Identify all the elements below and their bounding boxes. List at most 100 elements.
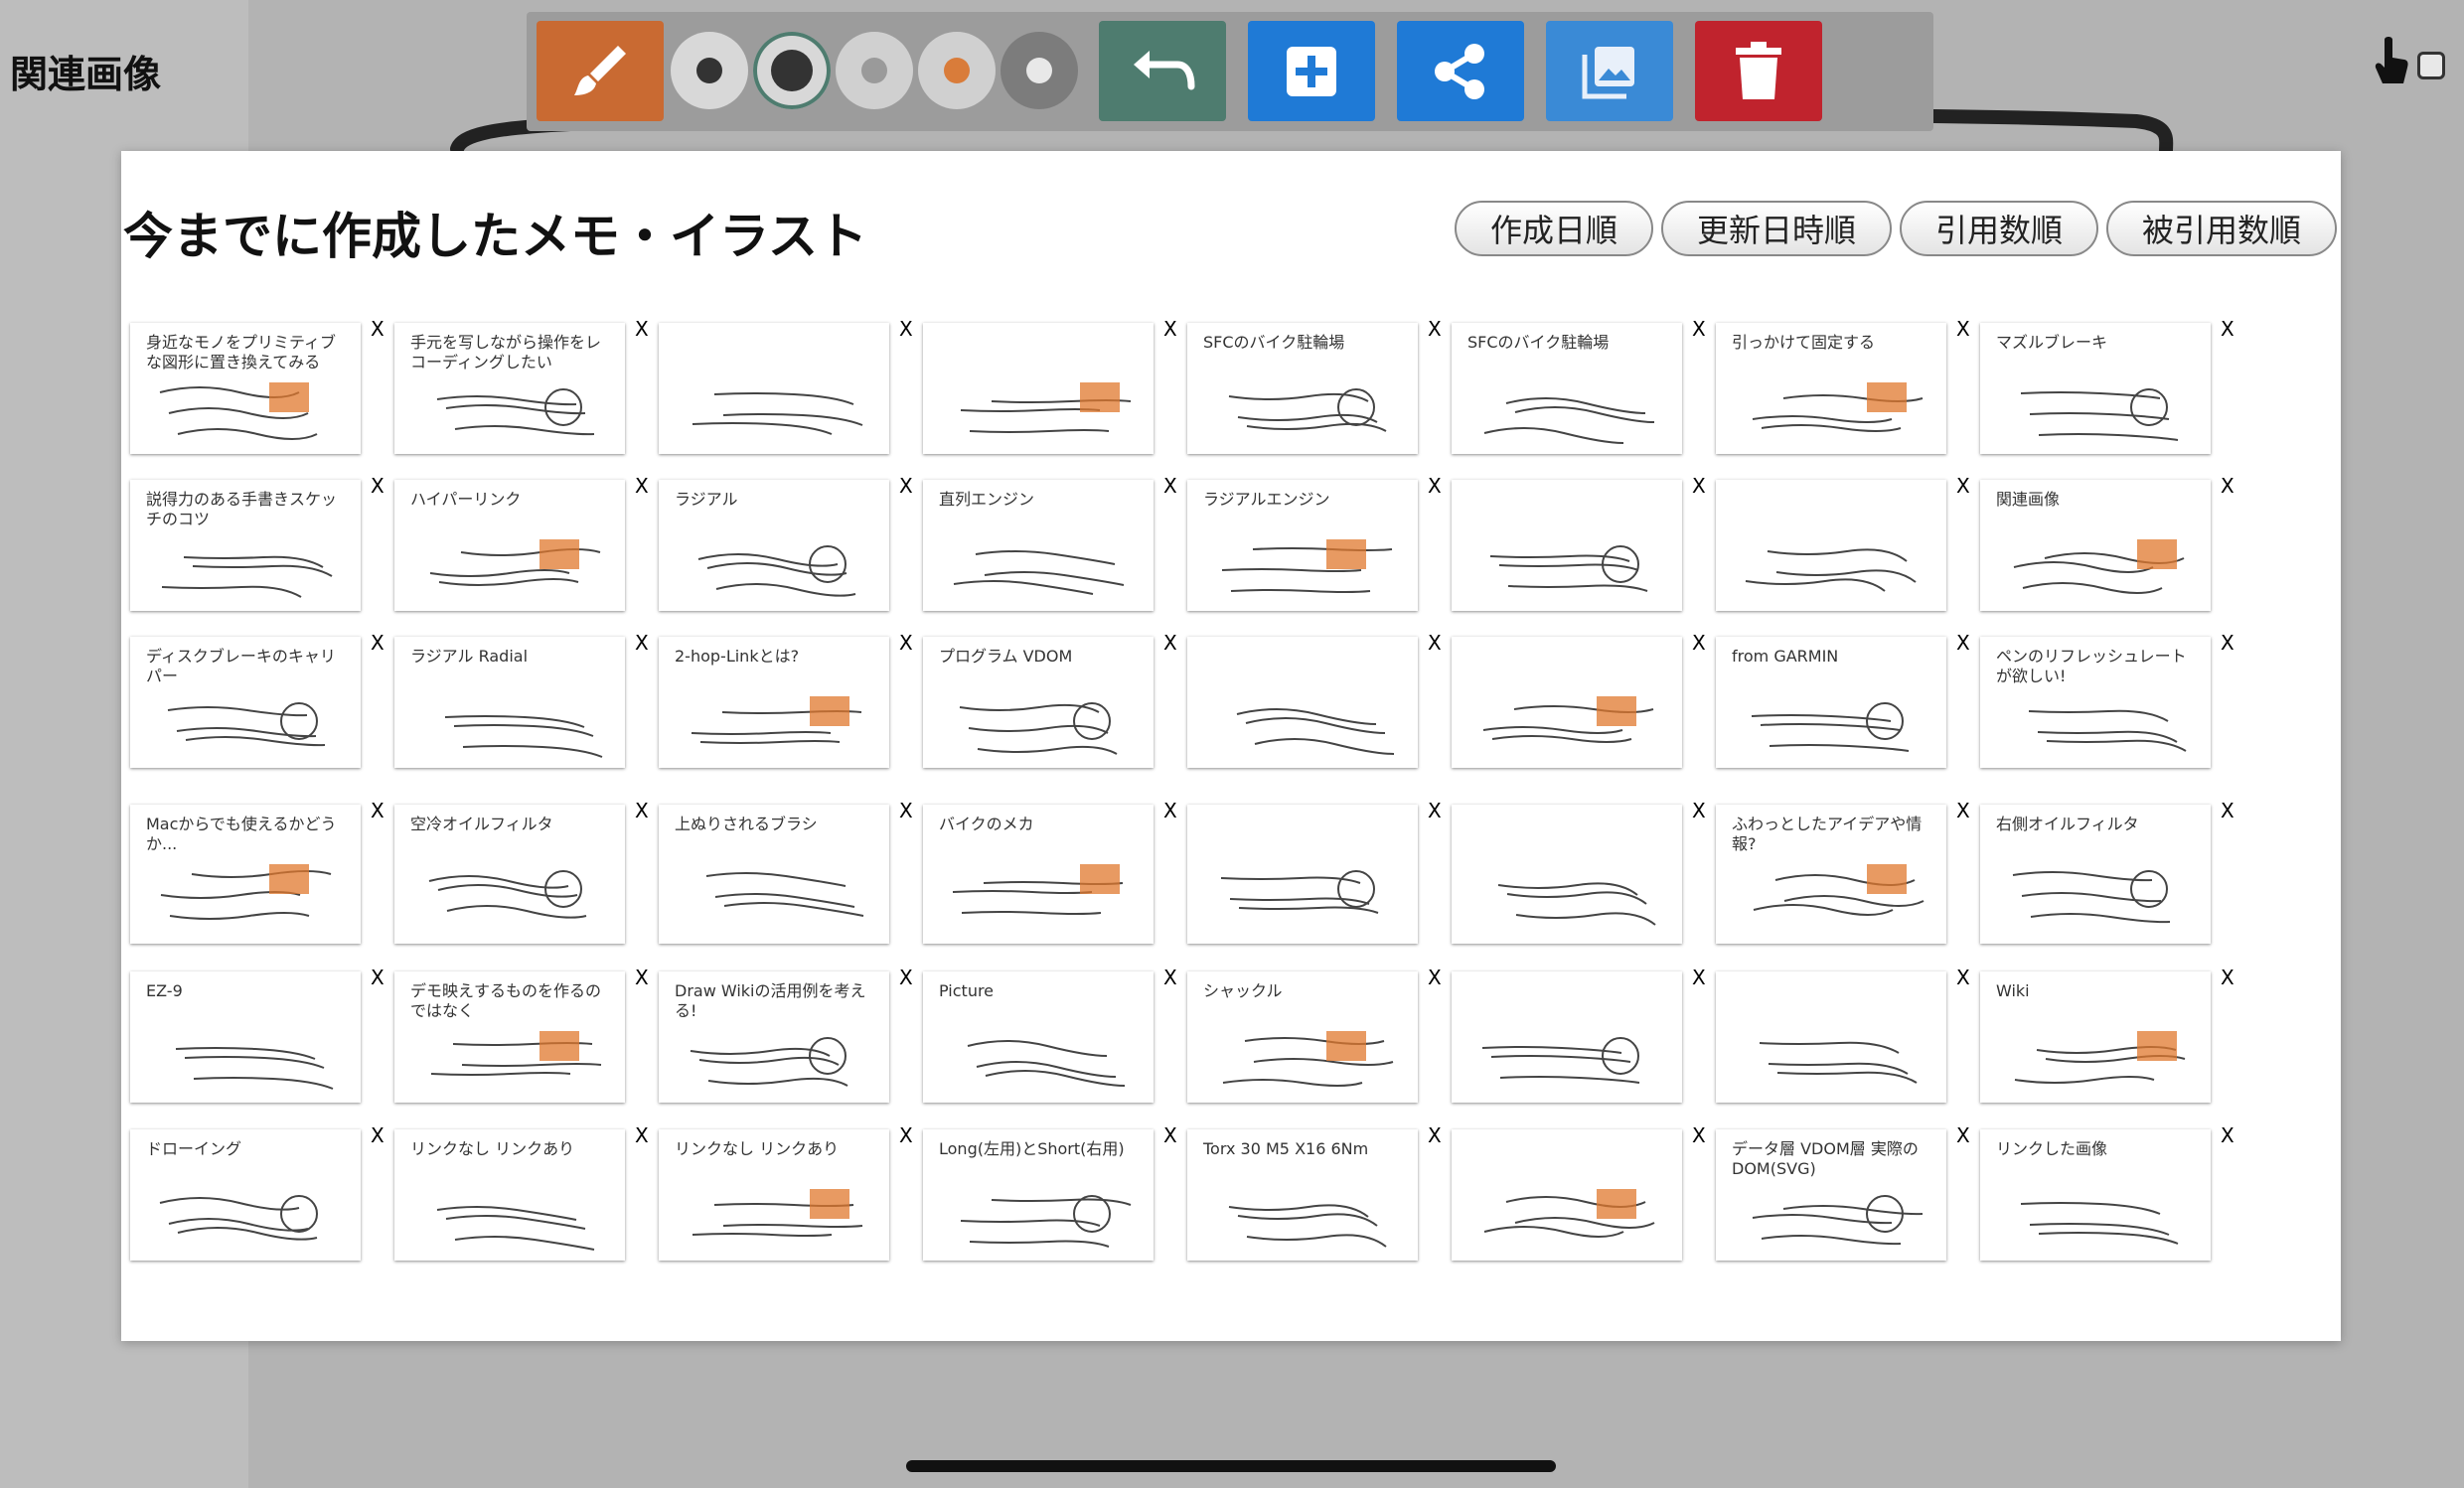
memo-thumbnail[interactable]: リンクなし リンクあり <box>394 1129 625 1261</box>
memo-thumbnail[interactable]: Picture <box>923 971 1154 1103</box>
memo-thumbnail[interactable]: 空冷オイルフィルタ <box>394 805 625 944</box>
delete-memo-button[interactable]: X <box>1692 319 1706 339</box>
delete-memo-button[interactable]: X <box>2221 1125 2234 1145</box>
memo-thumbnail[interactable]: 身近なモノをプリミティブな図形に置き換えてみる <box>130 323 361 454</box>
gallery-button[interactable] <box>1546 21 1673 121</box>
delete-memo-button[interactable]: X <box>635 319 649 339</box>
memo-thumbnail[interactable]: from GARMIN <box>1716 637 1946 768</box>
memo-thumbnail[interactable]: ハイパーリンク <box>394 480 625 611</box>
memo-thumbnail[interactable]: 直列エンジン <box>923 480 1154 611</box>
memo-thumbnail[interactable]: マズルブレーキ <box>1980 323 2211 454</box>
delete-memo-button[interactable]: X <box>1163 967 1177 987</box>
delete-memo-button[interactable]: X <box>2221 476 2234 496</box>
delete-memo-button[interactable]: X <box>1692 1125 1706 1145</box>
pen-size-medium-button[interactable] <box>836 32 913 109</box>
memo-thumbnail[interactable]: Draw Wikiの活用例を考える! <box>659 971 889 1103</box>
delete-memo-button[interactable]: X <box>1428 633 1442 653</box>
memo-thumbnail[interactable]: Wiki <box>1980 971 2211 1103</box>
delete-memo-button[interactable]: X <box>1428 967 1442 987</box>
memo-thumbnail[interactable]: 引っかけて固定する <box>1716 323 1946 454</box>
memo-thumbnail[interactable]: ラジアルエンジン <box>1187 480 1418 611</box>
delete-memo-button[interactable]: X <box>371 1125 385 1145</box>
delete-memo-button[interactable]: X <box>1428 319 1442 339</box>
memo-thumbnail[interactable]: ドローイング <box>130 1129 361 1261</box>
delete-memo-button[interactable]: X <box>371 476 385 496</box>
delete-memo-button[interactable]: X <box>1163 319 1177 339</box>
memo-thumbnail[interactable]: リンクした画像 <box>1980 1129 2211 1261</box>
delete-memo-button[interactable]: X <box>899 633 913 653</box>
delete-memo-button[interactable]: X <box>2221 967 2234 987</box>
memo-thumbnail[interactable] <box>923 323 1154 454</box>
memo-thumbnail[interactable]: シャックル <box>1187 971 1418 1103</box>
memo-thumbnail[interactable]: プログラム VDOM <box>923 637 1154 768</box>
delete-memo-button[interactable]: X <box>1163 801 1177 820</box>
delete-memo-button[interactable]: X <box>635 801 649 820</box>
touch-mode-checkbox[interactable] <box>2417 52 2445 79</box>
delete-memo-button[interactable]: X <box>1956 319 1970 339</box>
memo-thumbnail[interactable]: SFCのバイク駐輪場 <box>1187 323 1418 454</box>
delete-memo-button[interactable]: X <box>899 967 913 987</box>
delete-memo-button[interactable]: X <box>1956 633 1970 653</box>
delete-memo-button[interactable]: X <box>371 633 385 653</box>
memo-thumbnail[interactable] <box>1452 971 1682 1103</box>
delete-memo-button[interactable]: X <box>1956 476 1970 496</box>
delete-memo-button[interactable]: X <box>1956 1125 1970 1145</box>
delete-memo-button[interactable]: X <box>635 967 649 987</box>
memo-thumbnail[interactable] <box>1452 637 1682 768</box>
delete-memo-button[interactable]: X <box>899 1125 913 1145</box>
delete-memo-button[interactable]: X <box>1692 801 1706 820</box>
delete-memo-button[interactable]: X <box>2221 319 2234 339</box>
memo-thumbnail[interactable]: Macからでも使えるかどうか... <box>130 805 361 944</box>
delete-memo-button[interactable]: X <box>1163 633 1177 653</box>
memo-thumbnail[interactable]: Long(左用)とShort(右用) <box>923 1129 1154 1261</box>
pen-color-grey-button[interactable] <box>1001 32 1078 109</box>
delete-button[interactable] <box>1695 21 1822 121</box>
delete-memo-button[interactable]: X <box>1692 476 1706 496</box>
delete-memo-button[interactable]: X <box>371 319 385 339</box>
delete-memo-button[interactable]: X <box>1956 967 1970 987</box>
memo-thumbnail[interactable] <box>659 323 889 454</box>
memo-thumbnail[interactable]: Torx 30 M5 X16 6Nm <box>1187 1129 1418 1261</box>
delete-memo-button[interactable]: X <box>1692 633 1706 653</box>
memo-thumbnail[interactable]: ラジアル Radial <box>394 637 625 768</box>
delete-memo-button[interactable]: X <box>899 801 913 820</box>
memo-thumbnail[interactable]: SFCのバイク駐輪場 <box>1452 323 1682 454</box>
memo-thumbnail[interactable]: データ層 VDOM層 実際のDOM(SVG) <box>1716 1129 1946 1261</box>
memo-thumbnail[interactable]: ペンのリフレッシュレートが欲しい! <box>1980 637 2211 768</box>
delete-memo-button[interactable]: X <box>1428 476 1442 496</box>
memo-thumbnail[interactable]: ラジアル <box>659 480 889 611</box>
memo-thumbnail[interactable]: バイクのメカ <box>923 805 1154 944</box>
memo-thumbnail[interactable] <box>1716 480 1946 611</box>
delete-memo-button[interactable]: X <box>2221 633 2234 653</box>
memo-thumbnail[interactable] <box>1187 637 1418 768</box>
memo-thumbnail[interactable]: リンクなし リンクあり <box>659 1129 889 1261</box>
memo-thumbnail[interactable]: 説得力のある手書きスケッチのコツ <box>130 480 361 611</box>
delete-memo-button[interactable]: X <box>1428 801 1442 820</box>
memo-thumbnail[interactable]: 手元を写しながら操作をレコーディングしたい <box>394 323 625 454</box>
pen-size-large-button[interactable] <box>753 32 831 109</box>
delete-memo-button[interactable]: X <box>1428 1125 1442 1145</box>
memo-thumbnail[interactable] <box>1716 971 1946 1103</box>
memo-thumbnail[interactable] <box>1452 480 1682 611</box>
pen-size-small-button[interactable] <box>671 32 748 109</box>
memo-thumbnail[interactable] <box>1452 1129 1682 1261</box>
delete-memo-button[interactable]: X <box>899 476 913 496</box>
memo-thumbnail[interactable]: 2-hop-Linkとは? <box>659 637 889 768</box>
delete-memo-button[interactable]: X <box>1692 967 1706 987</box>
memo-thumbnail[interactable]: デモ映えするものを作るのではなく <box>394 971 625 1103</box>
memo-thumbnail[interactable]: ふわっとしたアイデアや情報? <box>1716 805 1946 944</box>
delete-memo-button[interactable]: X <box>635 633 649 653</box>
delete-memo-button[interactable]: X <box>635 476 649 496</box>
share-button[interactable] <box>1397 21 1524 121</box>
pen-color-orange-button[interactable] <box>918 32 996 109</box>
delete-memo-button[interactable]: X <box>899 319 913 339</box>
sort-by-created-button[interactable]: 作成日順 <box>1454 201 1653 256</box>
memo-thumbnail[interactable]: EZ-9 <box>130 971 361 1103</box>
touch-mode-toggle[interactable] <box>2373 34 2446 87</box>
memo-thumbnail[interactable]: ディスクブレーキのキャリパー <box>130 637 361 768</box>
delete-memo-button[interactable]: X <box>635 1125 649 1145</box>
add-button[interactable] <box>1248 21 1375 121</box>
delete-memo-button[interactable]: X <box>371 967 385 987</box>
delete-memo-button[interactable]: X <box>2221 801 2234 820</box>
pen-button[interactable] <box>537 21 664 121</box>
